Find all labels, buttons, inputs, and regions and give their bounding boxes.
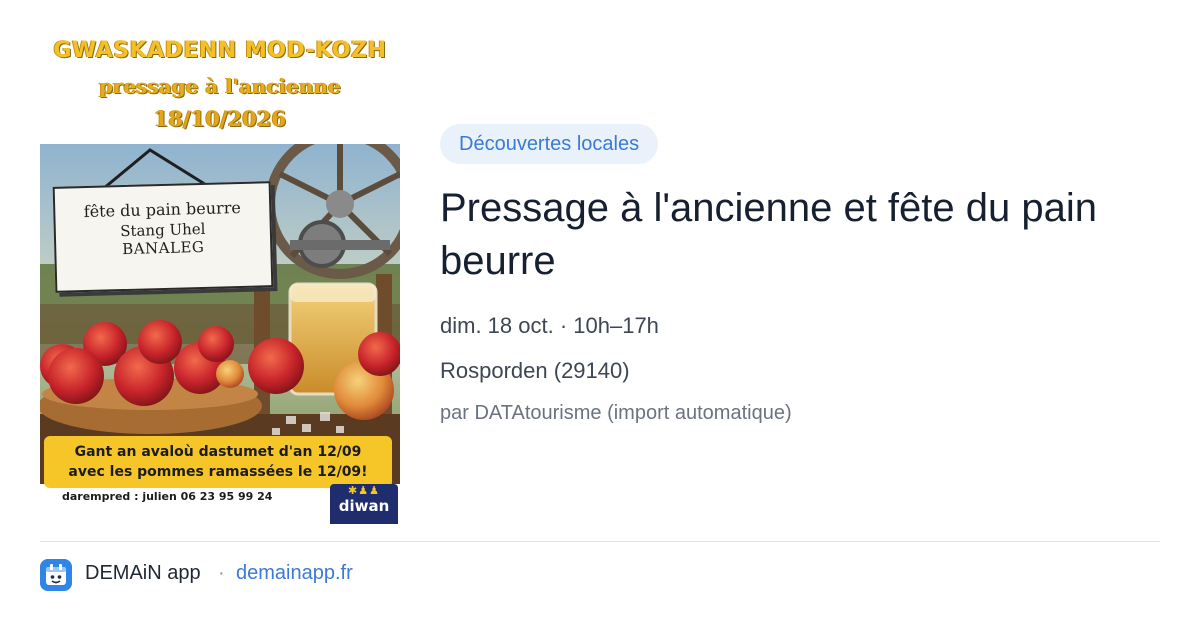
diwan-logo-figures-icon: ✱♟♟ <box>348 485 380 497</box>
event-datetime: dim. 18 oct. · 10h–17h <box>440 313 659 338</box>
poster-date: 18/10/2026 <box>153 106 287 131</box>
banner-line-breton: Gant an avaloù dastumet d'an 12/09 <box>74 444 362 460</box>
app-website-link[interactable]: demainapp.fr <box>236 562 353 585</box>
category-badge[interactable]: Découvertes locales <box>440 124 659 164</box>
event-source: par DATAtourisme (import automatique) <box>440 402 792 424</box>
demain-app-icon <box>40 559 72 591</box>
app-name: DEMAiN app <box>85 562 201 584</box>
event-location: Rosporden (29140) <box>440 358 630 383</box>
poster-title: GWASKADENN MOD-KOZH <box>53 38 387 63</box>
banner-line-french: avec les pommes ramassées le 12/09! <box>68 464 368 480</box>
poster-sign: fête du pain beurre Stang Uhel BANALEG <box>52 181 274 293</box>
poster-contact: darempred : julien 06 23 95 99 24 <box>62 490 273 503</box>
poster-subtitle: pressage à l'ancienne <box>99 74 341 98</box>
footer-separator: · <box>218 562 225 584</box>
poster-banner: Gant an avaloù dastumet d'an 12/09 avec … <box>44 436 392 488</box>
event-poster-image[interactable]: GWASKADENN MOD-KOZH pressage à l'ancienn… <box>40 32 400 524</box>
diwan-logo: ✱♟♟ diwan <box>330 484 398 524</box>
event-title[interactable]: Pressage à l'ancienne et fête du pain be… <box>440 182 1160 288</box>
diwan-logo-text: diwan <box>338 497 390 515</box>
footer-divider <box>40 541 1160 542</box>
